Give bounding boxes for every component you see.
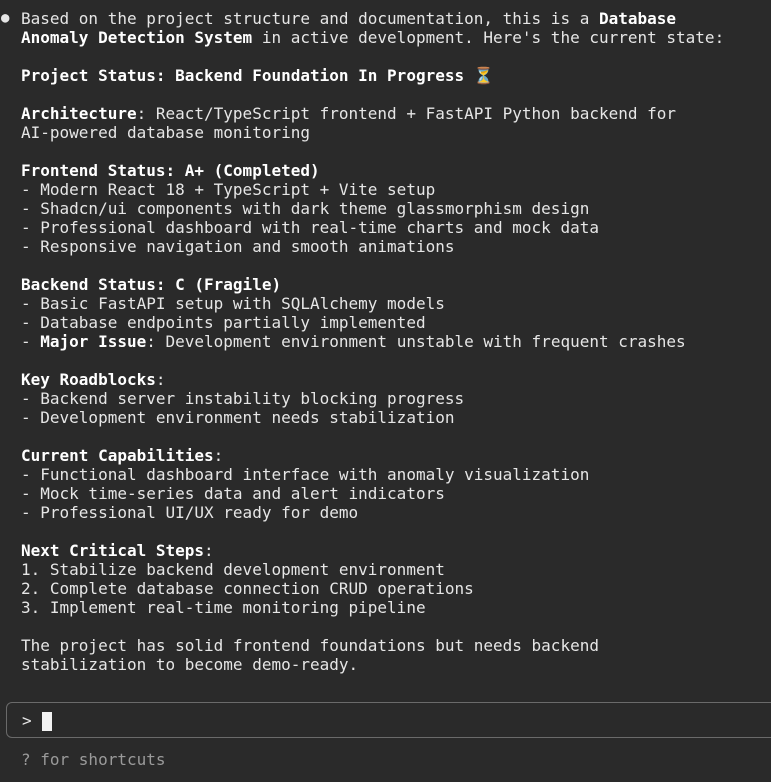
intro-line-1: ● Based on the project structure and docu…: [1, 9, 677, 28]
shortcuts-hint: ? for shortcuts: [21, 750, 166, 769]
frontend-heading: Frontend Status: A+ (Completed): [21, 161, 320, 180]
list-item: - Responsive navigation and smooth anima…: [21, 237, 455, 256]
bullet-icon: ●: [1, 10, 10, 26]
text-cursor: [42, 712, 52, 731]
list-item: - Functional dashboard interface with an…: [21, 465, 590, 484]
list-item: - Development environment needs stabiliz…: [21, 408, 455, 427]
prompt-input-box[interactable]: >: [6, 702, 771, 738]
list-item: - Professional UI/UX ready for demo: [21, 503, 359, 522]
list-item: - Shadcn/ui components with dark theme g…: [21, 199, 590, 218]
project-status-heading: Project Status: Backend Foundation In Pr…: [21, 66, 494, 85]
backend-heading: Backend Status: C (Fragile): [21, 275, 282, 294]
architecture-line-1: Architecture: React/TypeScript frontend …: [21, 104, 677, 123]
architecture-line-2: AI-powered database monitoring: [21, 123, 310, 142]
next-steps-heading: Next Critical Steps:: [21, 541, 214, 560]
list-item: 2. Complete database connection CRUD ope…: [21, 579, 474, 598]
list-item: - Modern React 18 + TypeScript + Vite se…: [21, 180, 436, 199]
list-item: - Basic FastAPI setup with SQLAlchemy mo…: [21, 294, 445, 313]
closing-line-1: The project has solid frontend foundatio…: [21, 636, 599, 655]
list-item: - Mock time-series data and alert indica…: [21, 484, 445, 503]
list-item: - Backend server instability blocking pr…: [21, 389, 465, 408]
major-issue-item: - Major Issue: Development environment u…: [21, 332, 686, 351]
list-item: 1. Stabilize backend development environ…: [21, 560, 445, 579]
capabilities-heading: Current Capabilities:: [21, 446, 224, 465]
list-item: - Professional dashboard with real-time …: [21, 218, 599, 237]
intro-line-2: Anomaly Detection System in active devel…: [21, 28, 725, 47]
roadblocks-heading: Key Roadblocks:: [21, 370, 166, 389]
assistant-message: ● Based on the project structure and docu…: [0, 9, 771, 674]
prompt-symbol: >: [22, 711, 32, 730]
list-item: 3. Implement real-time monitoring pipeli…: [21, 598, 426, 617]
closing-line-2: stabilization to become demo-ready.: [21, 655, 359, 674]
list-item: - Database endpoints partially implement…: [21, 313, 426, 332]
